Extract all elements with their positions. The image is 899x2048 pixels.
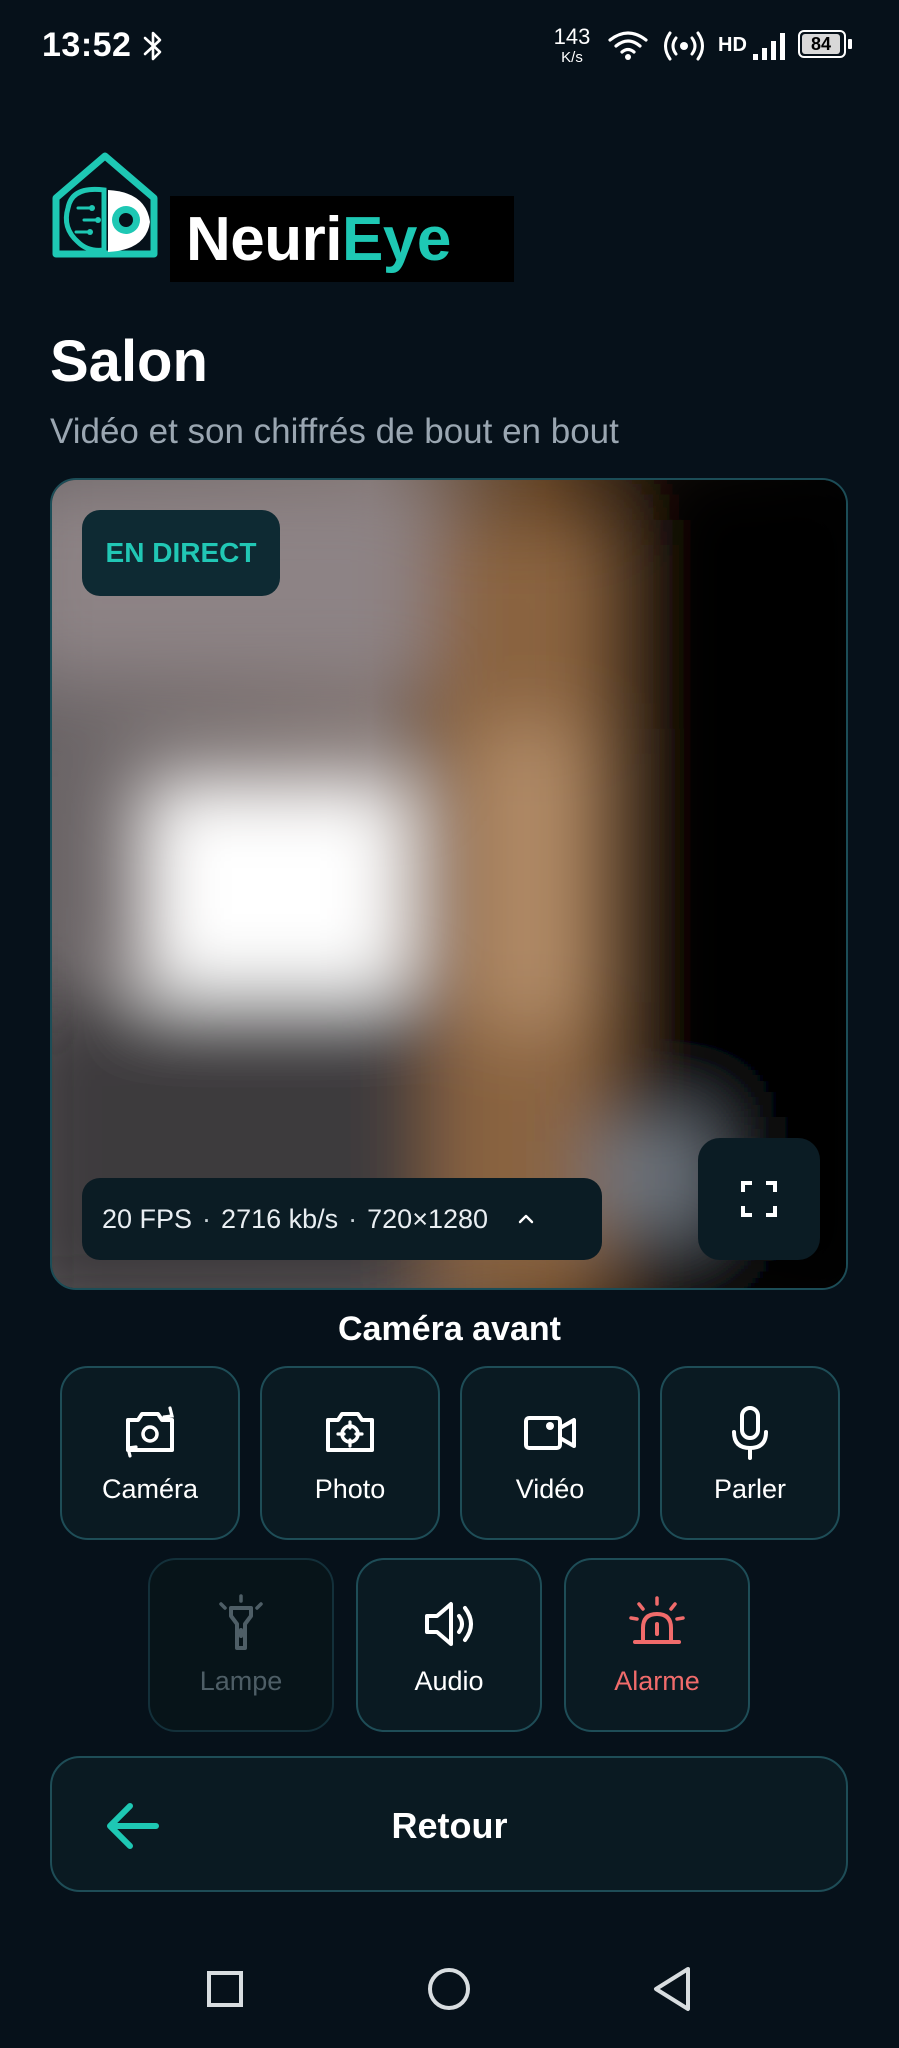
network-speed: 143 K/s: [550, 24, 594, 66]
stats-separator: ·: [348, 1203, 358, 1234]
talk-label: Parler: [713, 1473, 787, 1504]
home-icon[interactable]: [426, 1966, 472, 2012]
brand-name-part1: Neuri: [186, 204, 342, 274]
camera-name-label: Caméra avant: [337, 1310, 561, 1348]
video-record-button[interactable]: Vidéo: [460, 1366, 640, 1540]
talk-button[interactable]: Parler: [660, 1366, 840, 1540]
live-badge: EN DIRECT: [82, 510, 280, 596]
network-speed-unit: K/s: [561, 49, 583, 66]
switch-camera-icon: [126, 1405, 174, 1458]
resolution-value: 720×1280: [367, 1203, 489, 1234]
alarm-label: Alarme: [614, 1665, 700, 1696]
video-label: Vidéo: [515, 1473, 585, 1504]
signal-icon: [753, 33, 785, 60]
bluetooth-icon: [143, 31, 162, 61]
neurieye-logo-icon: [52, 152, 158, 258]
wifi-icon: [608, 31, 648, 60]
brand-wordmark: Neuri Eye: [170, 196, 514, 282]
alarm-button[interactable]: Alarme: [564, 1558, 750, 1732]
page-subtitle: Vidéo et son chiffrés de bout en bout: [50, 412, 619, 451]
video-record-icon: [524, 1415, 576, 1450]
switch-camera-button[interactable]: Caméra: [60, 1366, 240, 1540]
flashlight-button[interactable]: Lampe: [148, 1558, 334, 1732]
network-type-label: HD: [718, 34, 747, 56]
siren-icon: [629, 1595, 685, 1644]
brand-name-part2: Eye: [341, 204, 451, 274]
audio-button[interactable]: Audio: [356, 1558, 542, 1732]
bitrate-value: 2716 kb/s: [221, 1203, 339, 1234]
fps-value: 20 FPS: [102, 1203, 193, 1234]
stats-separator: ·: [202, 1203, 212, 1234]
fullscreen-button[interactable]: [698, 1138, 820, 1260]
battery-level: 84: [802, 34, 840, 54]
recent-apps-icon[interactable]: [206, 1970, 244, 2008]
page-title: Salon: [50, 329, 208, 394]
stream-stats[interactable]: 20 FPS · 2716 kb/s · 720×1280: [82, 1178, 602, 1260]
back-button-label: Retour: [391, 1805, 508, 1846]
switch-camera-label: Caméra: [101, 1473, 199, 1504]
audio-label: Audio: [414, 1665, 484, 1696]
speaker-icon: [425, 1601, 473, 1646]
chevron-up-icon: [518, 1214, 534, 1224]
capture-photo-icon: [326, 1411, 374, 1452]
hotspot-icon: [664, 31, 704, 61]
battery-icon: 84: [798, 30, 854, 60]
microphone-icon: [732, 1405, 768, 1460]
photo-button[interactable]: Photo: [260, 1366, 440, 1540]
network-speed-value: 143: [553, 24, 591, 49]
flashlight-label: Lampe: [199, 1665, 283, 1696]
fullscreen-icon: [741, 1181, 777, 1217]
back-icon[interactable]: [650, 1964, 694, 2014]
photo-label: Photo: [314, 1473, 386, 1504]
status-time: 13:52: [42, 26, 132, 64]
flashlight-icon: [219, 1593, 263, 1650]
